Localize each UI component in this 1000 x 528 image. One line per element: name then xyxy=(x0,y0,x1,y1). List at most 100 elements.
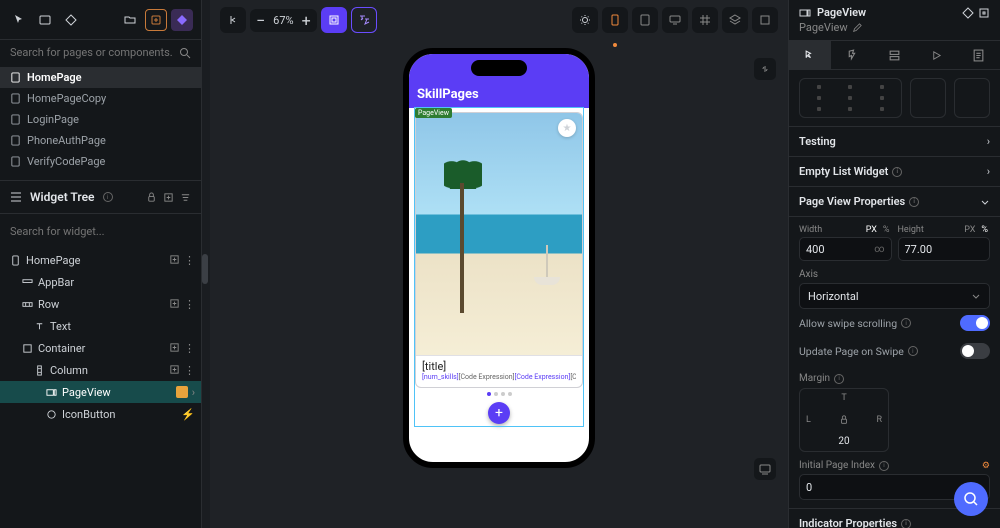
tree-node-container[interactable]: Container⋮ xyxy=(0,337,201,359)
unit-pct[interactable]: % xyxy=(881,225,892,235)
add-child-icon[interactable] xyxy=(169,254,180,267)
info-icon[interactable]: i xyxy=(879,461,889,471)
section-empty-list[interactable]: Empty List Widgeti › xyxy=(789,156,1000,186)
pageview-props-body: WidthPX% ∞ HeightPX% Axis Horizontal All… xyxy=(789,216,1000,508)
device-mobile-icon[interactable] xyxy=(602,7,628,33)
update-page-toggle[interactable] xyxy=(960,343,990,359)
card-subtitle: [num_skills][Code Expression][Code Expre… xyxy=(422,373,576,381)
nav-folder-icon[interactable] xyxy=(119,9,141,31)
tab-actions[interactable] xyxy=(831,41,873,69)
selection-label: PageView xyxy=(415,108,452,118)
tab-docs[interactable] xyxy=(958,41,1000,69)
unit-pct[interactable]: % xyxy=(979,225,990,235)
page-item-phoneauthpage[interactable]: PhoneAuthPage xyxy=(0,130,201,151)
tree-node-homepage[interactable]: HomePage⋮ xyxy=(0,249,201,271)
tree-node-pageview[interactable]: PageView› xyxy=(0,381,201,403)
more-icon[interactable]: ⋮ xyxy=(184,254,195,267)
lock-icon[interactable] xyxy=(146,192,157,203)
page-item-loginpage[interactable]: LoginPage xyxy=(0,109,201,130)
allow-swipe-toggle[interactable] xyxy=(960,315,990,331)
breadcrumb[interactable]: PageView xyxy=(789,21,1000,40)
page-search-input[interactable] xyxy=(10,46,173,59)
preview-card[interactable]: ★ [title] [num_skills][Code Expression][… xyxy=(415,112,583,388)
fab-add-button[interactable]: + xyxy=(488,402,510,424)
chevron-down-icon xyxy=(971,291,981,301)
margin-label: Margin xyxy=(799,373,830,384)
zoom-level: 67% xyxy=(269,14,297,27)
grid-icon[interactable] xyxy=(692,7,718,33)
info-icon[interactable]: i xyxy=(908,346,918,356)
tree-node-appbar[interactable]: AppBar xyxy=(0,271,201,293)
tab-animations[interactable] xyxy=(916,41,958,69)
section-pageview-props[interactable]: Page View Propertiesi xyxy=(789,186,1000,216)
fit-screen-icon[interactable] xyxy=(321,7,347,33)
tree-node-iconbutton[interactable]: IconButton⚡ xyxy=(0,403,201,425)
page-indicator-dots xyxy=(409,388,589,400)
lock-icon[interactable] xyxy=(839,415,849,425)
axis-select[interactable]: Horizontal xyxy=(799,283,990,309)
infinity-icon[interactable]: ∞ xyxy=(874,244,884,255)
device-tablet-icon[interactable] xyxy=(632,7,658,33)
zoom-out-button[interactable]: − xyxy=(256,11,265,30)
nav-cursor-icon[interactable] xyxy=(8,9,30,31)
nav-plus-box-icon[interactable] xyxy=(145,9,167,31)
tree-node-text[interactable]: Text xyxy=(0,315,201,337)
add-child-icon[interactable] xyxy=(169,342,180,355)
widget-tree: HomePage⋮AppBarRow⋮TextContainer⋮Column⋮… xyxy=(0,245,201,429)
tab-backend[interactable] xyxy=(873,41,915,69)
favorite-button[interactable]: ★ xyxy=(558,119,576,137)
tree-node-column[interactable]: Column⋮ xyxy=(0,359,201,381)
nav-diamond-icon[interactable] xyxy=(60,9,82,31)
add-child-icon[interactable] xyxy=(169,298,180,311)
page-item-homepage[interactable]: HomePage xyxy=(0,67,201,88)
chat-help-button[interactable] xyxy=(954,482,988,516)
expansion-box-1[interactable] xyxy=(910,78,946,118)
info-icon[interactable]: i xyxy=(103,192,113,202)
brightness-icon[interactable] xyxy=(572,7,598,33)
width-input[interactable] xyxy=(806,243,874,256)
add-child-icon[interactable] xyxy=(169,364,180,377)
info-icon[interactable]: i xyxy=(901,318,911,328)
search-icon[interactable] xyxy=(179,47,191,59)
tree-node-row[interactable]: Row⋮ xyxy=(0,293,201,315)
card-image: ★ xyxy=(416,113,582,355)
zoom-in-button[interactable]: + xyxy=(302,11,311,30)
section-testing[interactable]: Testing › xyxy=(789,126,1000,156)
panel-collapse-icon[interactable] xyxy=(220,7,246,33)
tab-layout[interactable] xyxy=(789,41,831,69)
link-tool-icon[interactable] xyxy=(754,58,776,80)
height-input[interactable] xyxy=(905,243,984,256)
margin-editor[interactable]: T L R 20 xyxy=(799,388,889,452)
gem-icon[interactable] xyxy=(962,7,974,19)
unit-px[interactable]: PX xyxy=(864,225,879,235)
height-field: HeightPX% xyxy=(898,225,991,261)
sort-icon[interactable] xyxy=(180,192,191,203)
nav-gem-icon[interactable] xyxy=(171,9,193,31)
info-icon[interactable]: i xyxy=(834,374,844,384)
more-icon[interactable]: ⋮ xyxy=(184,364,195,377)
unit-px[interactable]: PX xyxy=(962,225,977,235)
chevron-right-icon: › xyxy=(987,165,990,178)
align-grid-box[interactable] xyxy=(799,78,902,118)
layers-icon[interactable] xyxy=(722,7,748,33)
collapse-icon[interactable] xyxy=(163,192,174,203)
widget-search-input[interactable] xyxy=(10,225,191,238)
preview-tool-icon[interactable] xyxy=(754,458,776,480)
info-icon[interactable]: i xyxy=(901,519,911,528)
wrap-icon[interactable] xyxy=(978,7,990,19)
page-item-homepagecopy[interactable]: HomePageCopy xyxy=(0,88,201,109)
info-icon[interactable]: i xyxy=(892,167,902,177)
panel-resize-handle[interactable] xyxy=(202,254,208,284)
more-icon[interactable]: ⋮ xyxy=(184,298,195,311)
frame-icon[interactable] xyxy=(752,7,778,33)
info-icon[interactable]: i xyxy=(909,197,919,207)
nav-components-icon[interactable] xyxy=(34,9,56,31)
device-desktop-icon[interactable] xyxy=(662,7,688,33)
edit-icon[interactable] xyxy=(852,23,862,33)
expansion-box-2[interactable] xyxy=(954,78,990,118)
page-item-verifycodepage[interactable]: VerifyCodePage xyxy=(0,151,201,172)
badge-icon xyxy=(176,386,188,398)
variable-icon[interactable]: ⚙ xyxy=(982,461,990,471)
more-icon[interactable]: ⋮ xyxy=(184,342,195,355)
translate-icon[interactable] xyxy=(351,7,377,33)
